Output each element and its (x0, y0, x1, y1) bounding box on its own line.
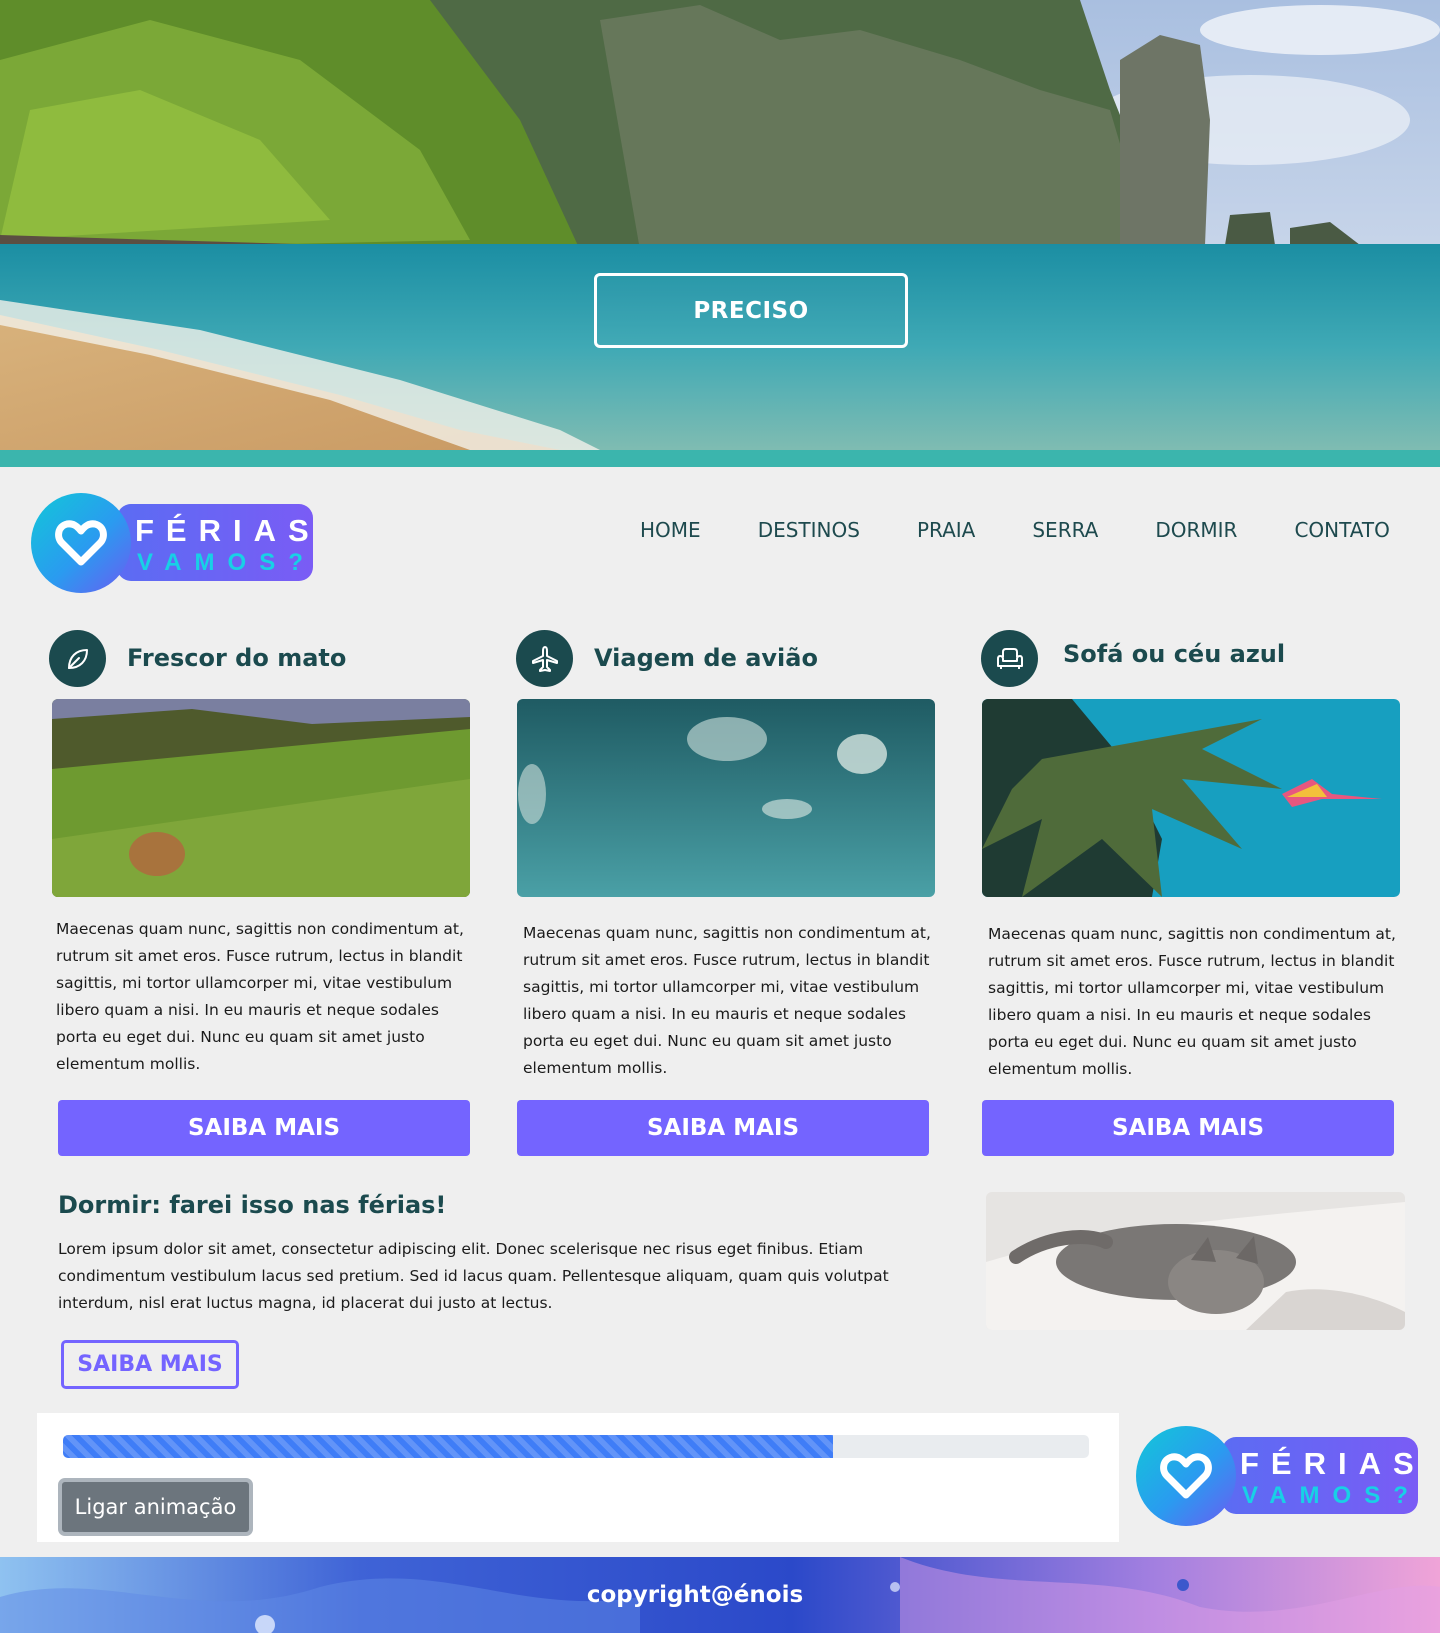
brand-word-ferias: FÉRIAS (135, 513, 321, 548)
brand-word-ferias: FÉRIAS (1240, 1446, 1426, 1481)
nav-praia[interactable]: PRAIA (917, 518, 975, 542)
card-aviao: Viagem de avião Maecenas quam nunc, sagi… (516, 630, 936, 1160)
card-title: Sofá ou céu azul (1063, 640, 1286, 668)
progress-track (63, 1435, 1089, 1458)
beach-landscape-image (0, 0, 1440, 450)
nav-home[interactable]: HOME (640, 518, 701, 542)
brand-word-vamos: VAMOS? (1242, 1482, 1421, 1509)
nav-dormir[interactable]: DORMIR (1155, 518, 1237, 542)
saiba-mais-button[interactable]: SAIBA MAIS (517, 1100, 929, 1156)
dormir-text: Lorem ipsum dolor sit amet, consectetur … (58, 1240, 889, 1312)
nav-serra[interactable]: SERRA (1032, 518, 1098, 542)
footer-brand-logo[interactable]: FÉRIAS VAMOS? (1136, 1426, 1420, 1526)
preciso-button[interactable]: PRECISO (594, 273, 908, 348)
progress-bar-fill (63, 1435, 833, 1458)
palm-kite-image (982, 699, 1400, 897)
copyright-text: copyright@énois (586, 1582, 804, 1608)
heart-logo-icon (1136, 1426, 1236, 1526)
footer: copyright@énois (0, 1557, 1440, 1633)
hero-banner: PRECISO (0, 0, 1440, 450)
saiba-mais-outline-button[interactable]: SAIBA MAIS (61, 1340, 239, 1389)
airplane-icon (516, 630, 573, 687)
card-text: Maecenas quam nunc, sagittis non condime… (988, 925, 1396, 1078)
progress-panel: Ligar animação (37, 1413, 1119, 1542)
nav-contato[interactable]: CONTATO (1294, 518, 1389, 542)
nav-destinos[interactable]: DESTINOS (758, 518, 860, 542)
sleeping-cat-image (986, 1192, 1405, 1330)
teal-divider (0, 450, 1440, 467)
dormir-heading: Dormir: farei isso nas férias! (58, 1191, 447, 1219)
leaf-icon (49, 630, 106, 687)
main-nav: HOME DESTINOS PRAIA SERRA DORMIR CONTATO (640, 518, 1390, 542)
card-title: Viagem de avião (594, 644, 818, 672)
toggle-animation-button[interactable]: Ligar animação (58, 1478, 253, 1536)
brand-logo[interactable]: FÉRIAS VAMOS? (31, 493, 315, 593)
heart-logo-icon (31, 493, 131, 593)
saiba-mais-button[interactable]: SAIBA MAIS (58, 1100, 470, 1156)
card-frescor: Frescor do mato Maecenas quam nunc, sagi… (49, 630, 470, 1160)
card-sofa: Sofá ou céu azul Maecenas quam nunc, sag… (981, 630, 1401, 1160)
brand-word-vamos: VAMOS? (137, 549, 316, 576)
card-text: Maecenas quam nunc, sagittis non condime… (56, 920, 464, 1073)
meadow-image (52, 699, 470, 897)
card-title: Frescor do mato (127, 644, 347, 672)
armchair-icon (981, 630, 1038, 687)
card-text: Maecenas quam nunc, sagittis non condime… (523, 924, 931, 1077)
sky-image (517, 699, 935, 897)
saiba-mais-button[interactable]: SAIBA MAIS (982, 1100, 1394, 1156)
